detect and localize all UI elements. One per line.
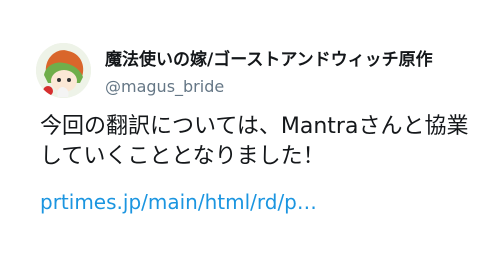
author-handle[interactable]: @magus_bride (105, 76, 224, 98)
tweet-text-line: 今回の翻訳については、Mantraさんと協業 (40, 114, 469, 139)
tweet-card: 魔法使いの嫁/ゴーストアンドウィッチ原作 @magus_bride 今回の翻訳に… (0, 0, 500, 261)
author-display-name[interactable]: 魔法使いの嫁/ゴーストアンドウィッチ原作 (105, 47, 461, 73)
author-avatar-icon[interactable] (36, 43, 91, 98)
anime-character-avatar-icon (36, 43, 91, 98)
tweet-link[interactable]: prtimes.jp/main/html/rd/p… (40, 188, 317, 216)
tweet-text: 今回の翻訳については、Mantraさんと協業 していくこととなりました！ (40, 112, 480, 172)
tweet-text-line: していくこととなりました！ (40, 144, 325, 169)
